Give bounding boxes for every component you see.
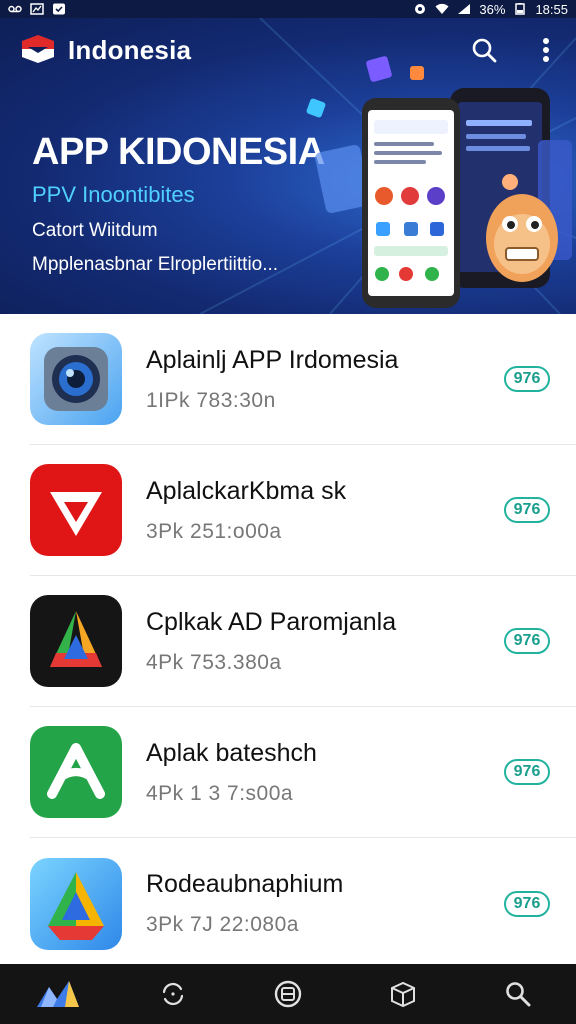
hero-tagline: Catort Wiitdum	[32, 220, 158, 241]
app-name: Cplkak AD Paromjanla	[146, 607, 397, 636]
indonesia-flag-logo	[22, 35, 54, 63]
list-item[interactable]: Aplainlj APP Irdomesia 1IPk 783:30n 976	[30, 314, 576, 445]
battery-percent: 36%	[479, 1, 506, 17]
app-meta: 3Pk 7J 22:080a	[146, 913, 299, 936]
signal-icon	[458, 4, 471, 14]
apps-icon	[274, 980, 302, 1008]
multicolor-a-icon	[30, 595, 122, 687]
app-name: AplalckarKbma sk	[146, 476, 347, 505]
box-icon	[391, 981, 416, 1008]
rating-badge[interactable]: 976	[504, 497, 550, 523]
app-name: Rodeaubnaphium	[146, 870, 344, 898]
list-item[interactable]: Rodeaubnaphium 3Pk 7J 22:080a 976	[30, 838, 576, 969]
app-name: Aplainlj APP Irdomesia	[146, 345, 399, 374]
app-meta: 4Pk 753.380a	[146, 650, 282, 674]
drive-triangle-icon	[30, 857, 122, 950]
status-bar: 36% 18:55	[0, 0, 576, 18]
status-left	[8, 3, 66, 15]
check-shield-icon	[53, 3, 65, 15]
alarm-icon	[415, 4, 426, 14]
app-name: Aplak bateshch	[146, 738, 317, 767]
status-right: 36% 18:55	[413, 2, 568, 17]
rating-badge[interactable]: 976	[504, 628, 550, 654]
list-item[interactable]: AplalckarKbma sk 3Pk 251:o00a 976	[30, 445, 576, 576]
voicemail-icon	[8, 5, 22, 13]
app-info: Rodeaubnaphium 3Pk 7J 22:080a	[146, 870, 343, 937]
app-meta: 4Pk 1 3 7:s00a	[146, 781, 294, 805]
rating-badge[interactable]: 976	[504, 890, 550, 917]
search-icon	[506, 982, 531, 1007]
phones-illustration	[306, 56, 572, 308]
refresh-icon	[162, 982, 183, 1006]
wifi-icon	[435, 3, 449, 15]
hero-text: APP KIDONESIA PPV Inoontibites Catort Wi…	[32, 130, 332, 276]
hero-banner: Indonesia APP KIDONESIA PPV Inoontibites…	[0, 18, 576, 314]
red-triangle-icon	[30, 464, 122, 556]
app-info: Cplkak AD Paromjanla 4Pk 753.380a	[146, 608, 396, 675]
rating-badge[interactable]: 976	[504, 366, 550, 392]
camera-lens-icon	[30, 333, 122, 425]
app-info: Aplak bateshch 4Pk 1 3 7:s00a	[146, 739, 317, 806]
list-item[interactable]: Cplkak AD Paromjanla 4Pk 753.380a 976	[30, 576, 576, 707]
nav-home-button[interactable]	[32, 968, 84, 1020]
hero-heading: APP KIDONESIA	[32, 131, 325, 173]
app-info: Aplainlj APP Irdomesia 1IPk 783:30n	[146, 346, 398, 413]
app-meta: 1IPk 783:30n	[146, 388, 276, 412]
app-meta: 3Pk 251:o00a	[146, 519, 282, 543]
app-title: Indonesia	[68, 34, 192, 65]
home-icon	[36, 981, 79, 1007]
nav-refresh-button[interactable]	[147, 968, 199, 1020]
image-icon	[30, 3, 44, 15]
app-info: AplalckarKbma sk 3Pk 251:o00a	[146, 477, 346, 544]
hero-description: Mpplenasbnar Elroplertiittio...	[32, 254, 279, 275]
nav-box-button[interactable]	[377, 968, 429, 1020]
rating-badge[interactable]: 976	[504, 759, 550, 785]
battery-icon	[515, 3, 526, 15]
bottom-navigation	[0, 964, 576, 1024]
clock: 18:55	[535, 1, 568, 17]
nav-search-button[interactable]	[492, 968, 544, 1020]
list-item[interactable]: Aplak bateshch 4Pk 1 3 7:s00a 976	[30, 707, 576, 838]
green-a-icon	[30, 726, 122, 818]
hero-subheading: PPV Inoontibites	[32, 182, 195, 207]
nav-apps-button[interactable]	[262, 968, 314, 1020]
app-list: Aplainlj APP Irdomesia 1IPk 783:30n 976 …	[0, 314, 576, 964]
